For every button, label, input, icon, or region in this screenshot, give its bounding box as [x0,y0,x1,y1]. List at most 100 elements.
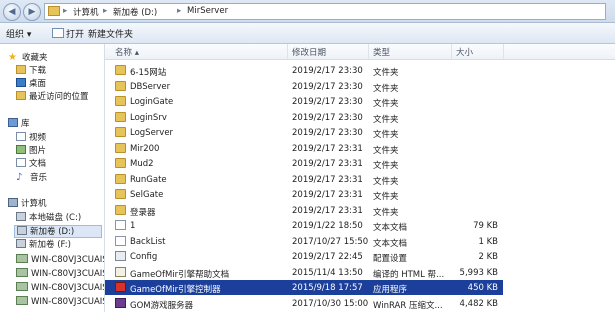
file-name: Config [130,252,158,262]
new-folder-button[interactable]: 新建文件夹 [88,27,133,40]
file-name: RunGate [130,174,167,185]
favorites-header[interactable]: ★ 收藏夹 [8,51,48,64]
file-row[interactable]: 6-15网站 2019/2/17 23:30 文件夹 [105,63,503,78]
file-row[interactable]: LoginSrv 2019/2/17 23:30 文件夹 [105,110,503,125]
column-divider[interactable] [287,44,288,59]
sidebar-item-recent[interactable]: 最近访问的位置 [16,91,89,104]
file-row[interactable]: LogServer 2019/2/17 23:30 文件夹 [105,125,503,140]
star-icon: ★ [8,52,17,63]
sidebar-item-label: WIN-C80VJ3CUAIS 上 [31,283,105,293]
back-button[interactable]: ◀ [3,3,21,21]
file-type: 文本文档 [373,238,408,249]
file-row[interactable]: Mir200 2019/2/17 23:31 文件夹 [105,141,503,156]
breadcrumb-separator: ▸ [103,6,108,16]
sidebar-item-label: WIN-C80VJ3CUAIS 上 [31,297,105,307]
file-size: 4,482 KB [459,298,498,309]
sidebar-item-network-drive[interactable]: WIN-C80VJ3CUAIS 上 [16,254,104,267]
file-date: 2019/2/17 23:30 [292,81,363,92]
computer-header[interactable]: 计算机 [8,198,47,211]
file-row[interactable]: RunGate 2019/2/17 23:31 文件夹 [105,172,503,187]
file-type: 文件夹 [373,192,399,202]
sidebar-item-music[interactable]: ♪ 音乐 [16,171,47,184]
file-row[interactable]: 1 2019/1/22 18:50 文本文档 79 KB [105,218,503,233]
breadcrumb-mirserver[interactable]: MirServer [187,6,228,16]
picture-library-icon [16,145,26,154]
breadcrumb-computer[interactable]: 计算机 [73,6,99,18]
sidebar-item-drive-d[interactable]: 新加卷 (D:) [14,225,102,238]
sidebar-item-desktop[interactable]: 桌面 [16,78,46,91]
file-name: GameOfMir引擎控制器 [130,285,221,295]
network-drive-icon [16,254,28,263]
sidebar-item-label: 最近访问的位置 [29,92,89,102]
library-icon [8,118,18,127]
file-size: 5,993 KB [459,267,498,278]
file-type: 文件夹 [373,83,399,94]
sidebar-item-videos[interactable]: 视频 [16,132,46,145]
folder-icon [115,189,126,199]
folder-icon [115,96,126,106]
open-label: 打开 [66,30,85,40]
organize-button[interactable]: 组织 ▾ [6,27,31,40]
desktop-icon [16,78,26,87]
sidebar-item-drive-c[interactable]: 本地磁盘 (C:) [16,212,81,225]
file-type: 文件夹 [373,176,399,187]
file-date: 2019/2/17 23:30 [292,97,363,107]
sidebar-item-label: 新加卷 (D:) [30,227,75,237]
breadcrumb-separator: ▸ [63,6,68,16]
document-library-icon [16,158,26,167]
file-row[interactable]: 登录器 2019/2/17 23:31 文件夹 [105,203,503,218]
file-row[interactable]: Config 2019/2/17 22:45 配置设置 2 KB [105,249,503,264]
sidebar-item-network-drive[interactable]: WIN-C80VJ3CUAIS 上 [16,268,104,281]
forward-button[interactable]: ▶ [23,3,41,21]
file-name: GameOfMir引擎帮助文档 [130,269,230,280]
folder-icon [115,173,126,184]
sidebar-item-network-drive[interactable]: WIN-C80VJ3CUAIS 上 [16,282,105,295]
file-row[interactable]: BackList 2017/10/27 15:50 文本文档 1 KB [105,234,503,249]
column-name[interactable]: 名称 ▴ [115,46,139,58]
column-date[interactable]: 修改日期 [292,46,326,58]
column-divider[interactable] [368,44,369,59]
file-row[interactable]: GOM游戏服务器 2017/10/30 15:00 WinRAR 压缩文... 4,4… [105,296,503,311]
sidebar-item-label: 本地磁盘 (C:) [29,213,82,223]
folder-icon [115,204,126,215]
file-name: LoginGate [130,97,174,107]
column-type[interactable]: 类型 [373,46,390,58]
file-type: 文件夹 [373,114,399,125]
file-row[interactable]: Mud2 2019/2/17 23:31 文件夹 [105,156,503,171]
column-divider[interactable] [451,44,452,59]
open-button[interactable]: 打开 [52,27,84,40]
sidebar-item-documents[interactable]: 文档 [16,158,46,171]
sidebar-item-drive-f[interactable]: 新加卷 (F:) [16,239,71,252]
column-divider[interactable] [503,44,504,59]
file-row[interactable]: LoginGate 2019/2/17 23:30 文件夹 [105,94,503,109]
command-bar: 组织 ▾ 打开 新建文件夹 [0,23,615,44]
file-name: 1 [130,221,136,231]
file-type: 文件夹 [373,161,399,171]
file-name: DBServer [130,81,171,92]
sidebar-item-network-drive[interactable]: WIN-C80VJ3CUAIS 上 [16,296,105,309]
downloads-folder-icon [16,65,26,74]
file-type: 配置设置 [373,254,408,264]
file-row[interactable]: GameOfMir引擎帮助文档 2015/11/4 13:50 编译的 HTML 帮… [105,265,503,280]
file-row[interactable]: SelGate 2019/2/17 23:31 文件夹 [105,187,503,202]
drive-icon [16,212,26,221]
file-date: 2015/9/18 17:57 [292,283,363,293]
sidebar-item-downloads[interactable]: 下载 [16,65,46,78]
folder-icon [115,142,126,153]
breadcrumb-separator: ▸ [177,6,182,16]
address-bar[interactable]: ▸ 计算机 ▸ 新加卷 (D:) ▸ MirServer [44,3,606,20]
video-library-icon [16,132,26,141]
file-row[interactable]: GameOfMir引擎控制器 2015/9/18 17:57 应用程序 450 KB [105,280,503,295]
file-type: 应用程序 [373,285,408,295]
libraries-header[interactable]: 库 [8,118,30,131]
help-file-icon [115,266,126,277]
address-toolbar: ◀ ▶ ▸ 计算机 ▸ 新加卷 (D:) ▸ MirServer [0,0,615,23]
file-row[interactable]: DBServer 2019/2/17 23:30 文件夹 [105,79,503,94]
column-size[interactable]: 大小 [456,46,473,58]
libraries-label: 库 [21,119,30,129]
sidebar-item-pictures[interactable]: 图片 [16,145,46,158]
file-date: 2017/10/27 15:50 [292,236,369,247]
text-file-icon [115,235,126,246]
breadcrumb-drive-d[interactable]: 新加卷 (D:) [113,6,157,18]
file-size: 79 KB [473,221,498,231]
